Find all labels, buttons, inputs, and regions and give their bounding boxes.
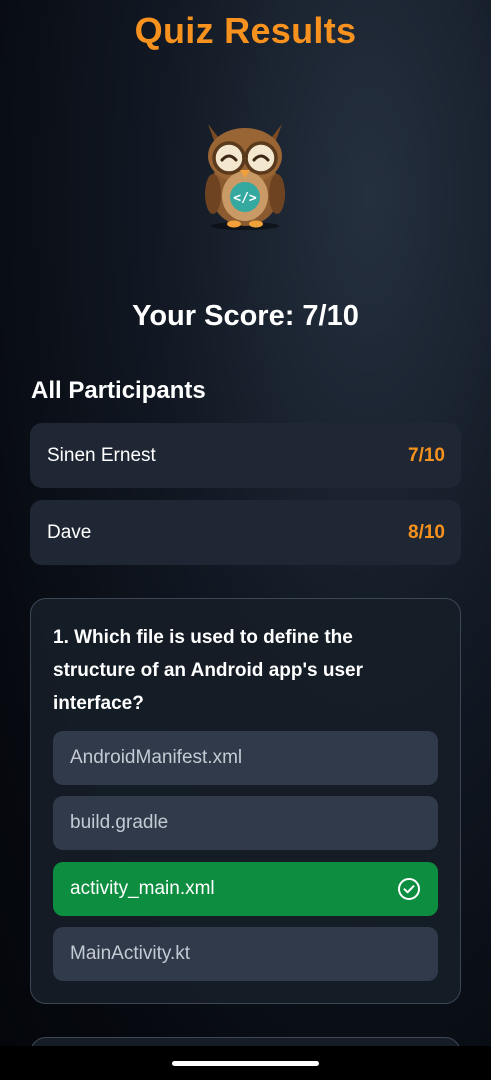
participant-score: 8/10 bbox=[408, 521, 445, 543]
participant-name: Dave bbox=[47, 521, 92, 543]
participants-heading: All Participants bbox=[31, 377, 206, 404]
answer-option-label: build.gradle bbox=[70, 812, 169, 833]
answer-option[interactable]: MainActivity.kt bbox=[53, 927, 438, 981]
question-text: 1. Which file is used to define the stru… bbox=[53, 627, 363, 714]
participant-row: Sinen Ernest 7/10 bbox=[30, 423, 461, 488]
participant-name: Sinen Ernest bbox=[47, 444, 156, 466]
page-title: Quiz Results bbox=[134, 10, 357, 51]
answer-option-label: activity_main.xml bbox=[70, 878, 215, 899]
answer-option-correct[interactable]: activity_main.xml bbox=[53, 862, 438, 916]
quiz-results-screen: Quiz Results </> Your Score: 7/10 All Pa… bbox=[0, 0, 491, 1080]
participant-score: 7/10 bbox=[408, 444, 445, 466]
question-card: 1. Which file is used to define the stru… bbox=[30, 598, 461, 1004]
answer-option-label: MainActivity.kt bbox=[70, 943, 191, 964]
answer-option-label: AndroidManifest.xml bbox=[70, 747, 243, 768]
participant-row: Dave 8/10 bbox=[30, 500, 461, 565]
your-score: Your Score: 7/10 bbox=[132, 300, 359, 332]
home-indicator[interactable] bbox=[172, 1061, 319, 1066]
check-circle-icon bbox=[398, 878, 420, 900]
system-navigation-bar bbox=[0, 1046, 491, 1080]
answer-option[interactable]: AndroidManifest.xml bbox=[53, 731, 438, 785]
owl-mascot-icon: </> bbox=[205, 124, 285, 230]
svg-text:</>: </> bbox=[233, 191, 257, 206]
answer-option[interactable]: build.gradle bbox=[53, 796, 438, 850]
